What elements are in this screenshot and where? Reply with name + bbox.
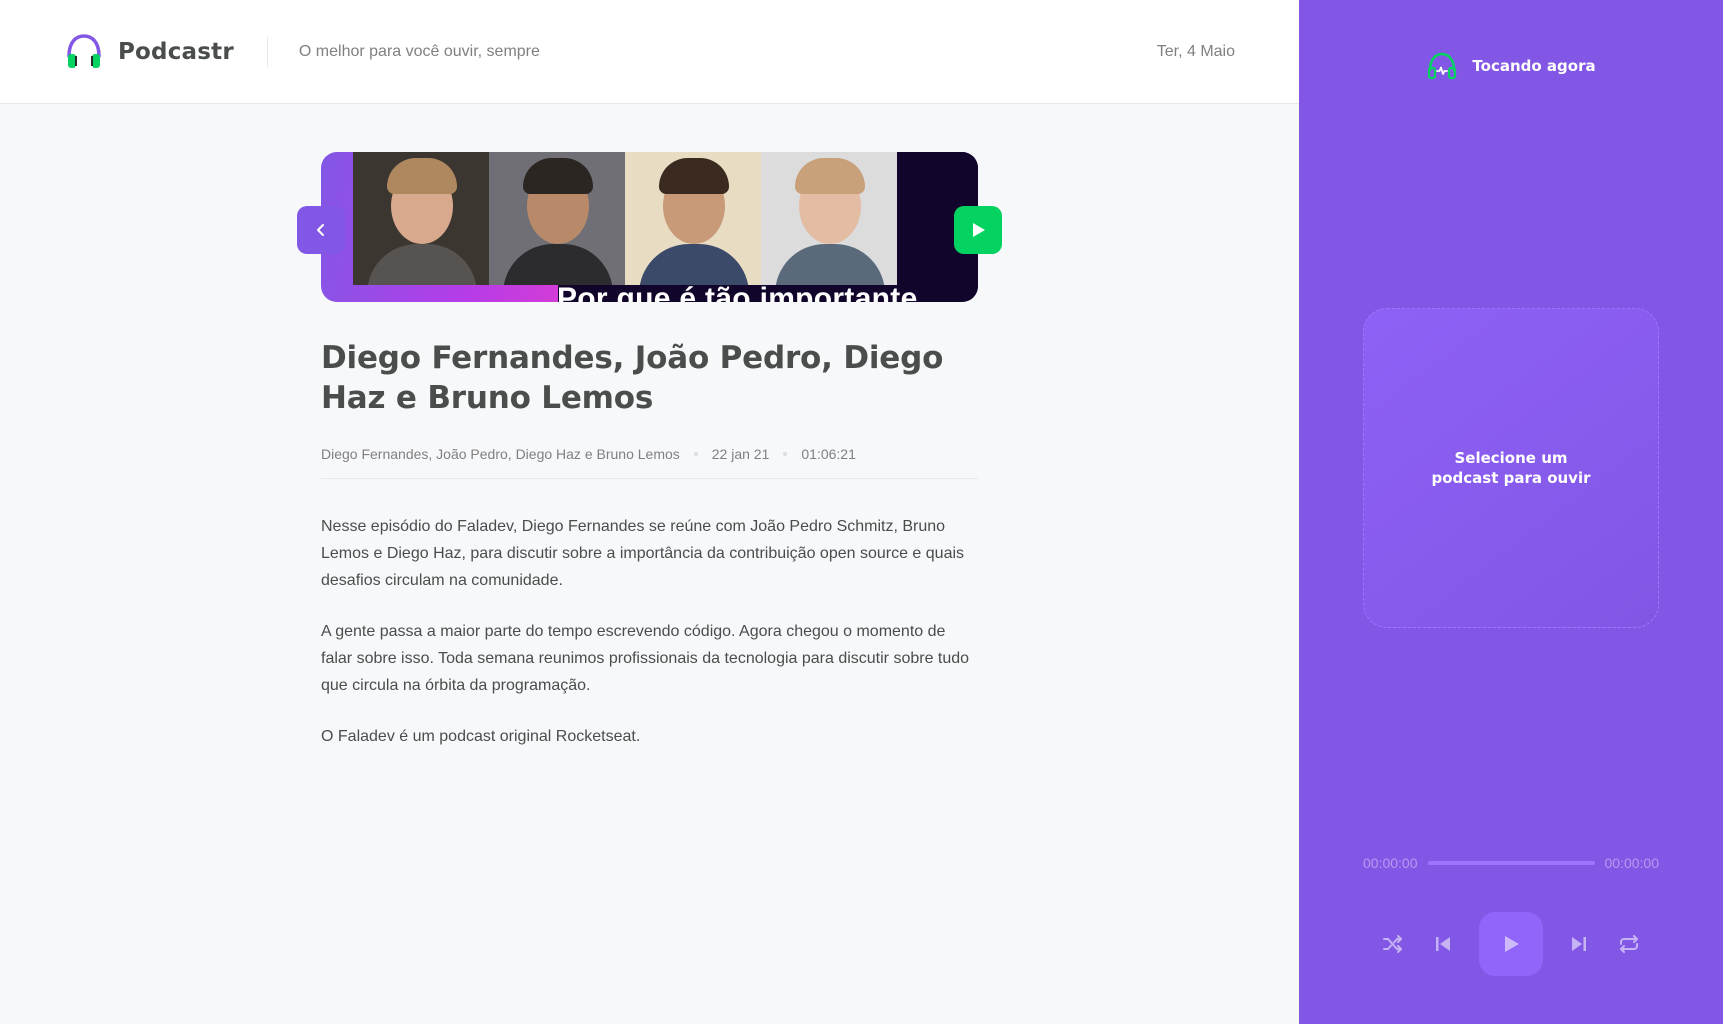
playing-headphones-icon	[1426, 50, 1458, 82]
play-icon	[969, 221, 987, 239]
player-panel: Tocando agora Selecione um podcast para …	[1299, 0, 1723, 1024]
player-header: Tocando agora	[1299, 50, 1723, 82]
total-time: 00:00:00	[1604, 855, 1660, 871]
header: Podcastr O melhor para você ouvir, sempr…	[0, 0, 1299, 104]
repeat-icon	[1618, 933, 1640, 955]
episode-description: Nesse episódio do Faladev, Diego Fernand…	[321, 513, 978, 750]
chevron-left-icon	[313, 222, 329, 238]
guest-photo	[625, 152, 761, 285]
meta-separator	[693, 452, 698, 456]
empty-player-message: Selecione um podcast para ouvir	[1431, 449, 1591, 487]
header-divider	[266, 36, 268, 67]
player-controls	[1363, 912, 1659, 976]
meta-separator	[783, 452, 788, 456]
episode-members: Diego Fernandes, João Pedro, Diego Haz e…	[321, 446, 680, 462]
episode-duration: 01:06:21	[801, 446, 856, 462]
shuffle-button[interactable]	[1379, 930, 1407, 958]
logo[interactable]: Podcastr	[64, 32, 234, 72]
episode-date: 22 jan 21	[711, 446, 770, 462]
episode-meta: Diego Fernandes, João Pedro, Diego Haz e…	[321, 446, 978, 479]
guest-photo	[761, 152, 897, 285]
description-paragraph: O Faladev é um podcast original Rocketse…	[321, 728, 641, 745]
play-icon	[1500, 933, 1522, 955]
app-root: Podcastr O melhor para você ouvir, sempr…	[0, 0, 1723, 1024]
episode-thumbnail-container: Por que é tão importante	[297, 152, 1002, 302]
shuffle-icon	[1382, 933, 1404, 955]
episode-title: Diego Fernandes, João Pedro, Diego Haz e…	[321, 340, 944, 416]
next-button[interactable]	[1565, 930, 1593, 958]
thumbnail-caption: Por que é tão importante	[557, 282, 918, 302]
episode-detail: Por que é tão importante Diego Fernandes…	[297, 152, 1002, 774]
now-playing-label: Tocando agora	[1472, 57, 1596, 75]
previous-icon	[1432, 933, 1454, 955]
play-button[interactable]	[1479, 912, 1543, 976]
description-paragraph: A gente passa a maior parte do tempo esc…	[321, 623, 970, 694]
repeat-button[interactable]	[1615, 930, 1643, 958]
previous-button[interactable]	[1429, 930, 1457, 958]
guest-photo	[489, 152, 625, 285]
brand-name: Podcastr	[118, 38, 234, 65]
empty-player-placeholder: Selecione um podcast para ouvir	[1363, 308, 1659, 628]
next-icon	[1568, 933, 1590, 955]
episode-thumbnail: Por que é tão importante	[321, 152, 978, 302]
back-button[interactable]	[297, 206, 345, 254]
progress-area: 00:00:00 00:00:00	[1363, 855, 1659, 871]
header-date: Ter, 4 Maio	[1156, 42, 1235, 60]
progress-slider[interactable]	[1427, 861, 1595, 865]
main-content: Podcastr O melhor para você ouvir, sempr…	[0, 0, 1299, 1024]
thumbnail-faces	[353, 152, 897, 285]
guest-photo	[353, 152, 489, 285]
description-paragraph: Nesse episódio do Faladev, Diego Fernand…	[321, 518, 965, 589]
play-episode-button[interactable]	[954, 206, 1002, 254]
headphones-logo-icon	[64, 32, 104, 72]
current-time: 00:00:00	[1363, 855, 1418, 871]
header-tagline: O melhor para você ouvir, sempre	[298, 42, 540, 60]
